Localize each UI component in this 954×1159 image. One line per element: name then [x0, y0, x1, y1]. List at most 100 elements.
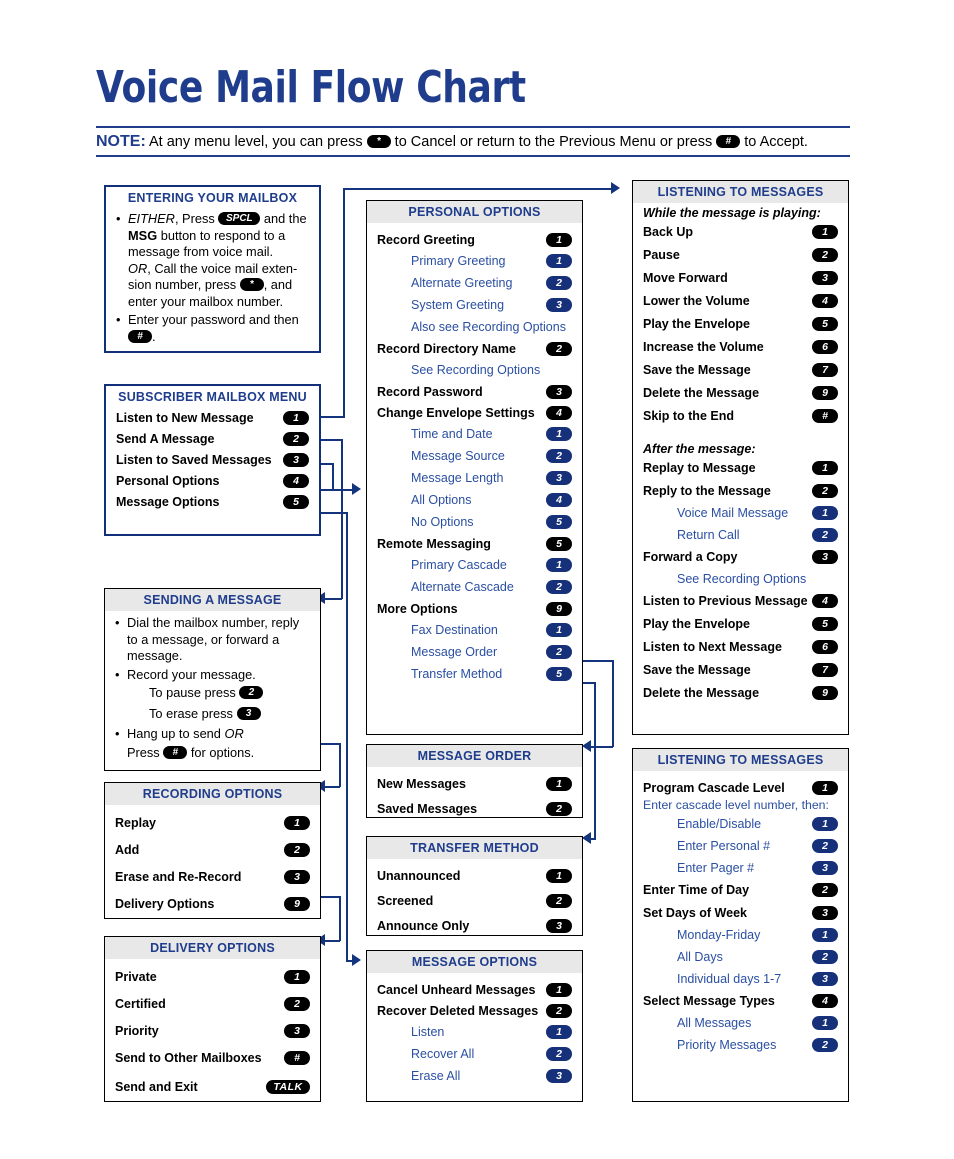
menu-item-transfer-method[interactable]: Transfer Method 5 [377, 665, 572, 683]
menu-item-reply-message[interactable]: Reply to the Message 2 [643, 482, 838, 500]
note-text-part2: to Cancel or return to the Previous Menu… [394, 134, 713, 150]
menu-item-increase-volume[interactable]: Increase the Volume 6 [643, 338, 838, 356]
menu-item-announce-only[interactable]: Announce Only 3 [377, 917, 572, 935]
menu-item-primary-cascade[interactable]: Primary Cascade 1 [377, 556, 572, 574]
menu-item-add[interactable]: Add 2 [115, 841, 310, 859]
key-badge: 2 [546, 342, 572, 356]
menu-item-primary-greeting[interactable]: Primary Greeting 1 [377, 252, 572, 270]
connector-line [325, 940, 340, 942]
menu-item-all-days[interactable]: All Days 2 [643, 948, 838, 966]
menu-item-listen-next[interactable]: Listen to Next Message 6 [643, 638, 838, 656]
menu-item-label: Change Envelope Settings [377, 406, 535, 420]
transfer-method-title: TRANSFER METHOD [367, 837, 582, 859]
menu-item-enter-time-of-day[interactable]: Enter Time of Day 2 [643, 881, 838, 899]
menu-item-back-up[interactable]: Back Up 1 [643, 223, 838, 241]
menu-item-time-and-date[interactable]: Time and Date 1 [377, 425, 572, 443]
menu-item-listen-new[interactable]: Listen to New Message 1 [116, 409, 309, 427]
key-badge: 1 [546, 558, 572, 572]
menu-item-voice-mail-message[interactable]: Voice Mail Message 1 [643, 504, 838, 522]
menu-item-all-messages[interactable]: All Messages 1 [643, 1014, 838, 1032]
menu-item-priority[interactable]: Priority 3 [115, 1022, 310, 1040]
menu-item-message-length[interactable]: Message Length 3 [377, 469, 572, 487]
menu-item-certified[interactable]: Certified 2 [115, 995, 310, 1013]
menu-item-delete-message-after[interactable]: Delete the Message 9 [643, 684, 838, 702]
menu-item-recover-all[interactable]: Recover All 2 [377, 1045, 572, 1063]
menu-item-label: Saved Messages [377, 802, 478, 816]
menu-item-enter-pager-number[interactable]: Enter Pager # 3 [643, 859, 838, 877]
menu-item-listen[interactable]: Listen 1 [377, 1023, 572, 1041]
menu-item-system-greeting[interactable]: System Greeting 3 [377, 296, 572, 314]
menu-item-save-message-after[interactable]: Save the Message 7 [643, 661, 838, 679]
menu-item-set-days-of-week[interactable]: Set Days of Week 3 [643, 904, 838, 922]
menu-item-play-envelope-after[interactable]: Play the Envelope 5 [643, 615, 838, 633]
menu-item-individual-days[interactable]: Individual days 1-7 3 [643, 970, 838, 988]
menu-item-delivery-options[interactable]: Delivery Options 9 [115, 895, 310, 913]
key-badge: 1 [812, 461, 838, 475]
menu-item-new-messages[interactable]: New Messages 1 [377, 775, 572, 793]
menu-item-pause[interactable]: Pause 2 [643, 246, 838, 264]
menu-item-unannounced[interactable]: Unannounced 1 [377, 867, 572, 885]
menu-item-send-other-mailboxes[interactable]: Send to Other Mailboxes # [115, 1049, 310, 1067]
connector-line [594, 682, 596, 839]
menu-item-label: System Greeting [411, 298, 505, 312]
menu-item-priority-messages[interactable]: Priority Messages 2 [643, 1036, 838, 1054]
menu-item-saved-messages[interactable]: Saved Messages 2 [377, 800, 572, 818]
connector-arrow [352, 954, 361, 966]
menu-item-label: Primary Cascade [411, 558, 507, 572]
menu-item-monday-friday[interactable]: Monday-Friday 1 [643, 926, 838, 944]
menu-item-cancel-unheard[interactable]: Cancel Unheard Messages 1 [377, 981, 572, 999]
key-badge: 4 [812, 294, 838, 308]
menu-item-enable-disable[interactable]: Enable/Disable 1 [643, 815, 838, 833]
key-badge: 4 [546, 493, 572, 507]
menu-item-enter-personal-number[interactable]: Enter Personal # 2 [643, 837, 838, 855]
menu-item-listen-previous[interactable]: Listen to Previous Message 4 [643, 592, 838, 610]
connector-line [321, 439, 343, 441]
menu-item-recover-deleted[interactable]: Recover Deleted Messages 2 [377, 1002, 572, 1020]
menu-item-replay-message[interactable]: Replay to Message 1 [643, 459, 838, 477]
menu-item-lower-volume[interactable]: Lower the Volume 4 [643, 292, 838, 310]
menu-item-delete-message[interactable]: Delete the Message 9 [643, 384, 838, 402]
menu-item-record-password[interactable]: Record Password 3 [377, 383, 572, 401]
menu-item-return-call[interactable]: Return Call 2 [643, 526, 838, 544]
delivery-options-title: DELIVERY OPTIONS [105, 937, 320, 959]
listening-cascade-box: LISTENING TO MESSAGES Program Cascade Le… [632, 748, 849, 1102]
menu-item-more-options[interactable]: More Options 9 [377, 600, 572, 618]
key-badge: 7 [812, 363, 838, 377]
key-badge: 1 [546, 254, 572, 268]
menu-item-screened[interactable]: Screened 2 [377, 892, 572, 910]
key-badge: 1 [284, 816, 310, 830]
menu-item-change-envelope-settings[interactable]: Change Envelope Settings 4 [377, 404, 572, 422]
menu-item-label: Message Order [411, 645, 498, 659]
pound-key-icon: # [128, 329, 152, 343]
connector-line [325, 786, 340, 788]
menu-item-erase-rerecord[interactable]: Erase and Re-Record 3 [115, 868, 310, 886]
menu-item-erase-all[interactable]: Erase All 3 [377, 1067, 572, 1085]
menu-item-no-options[interactable]: No Options 5 [377, 513, 572, 531]
menu-item-select-message-types[interactable]: Select Message Types 4 [643, 992, 838, 1010]
menu-item-forward-copy[interactable]: Forward a Copy 3 [643, 548, 838, 566]
menu-item-remote-messaging[interactable]: Remote Messaging 5 [377, 535, 572, 553]
menu-item-save-message[interactable]: Save the Message 7 [643, 361, 838, 379]
menu-item-message-source[interactable]: Message Source 2 [377, 447, 572, 465]
menu-item-program-cascade-level[interactable]: Program Cascade Level 1 [643, 779, 838, 797]
connector-line [339, 743, 341, 787]
menu-item-replay[interactable]: Replay 1 [115, 814, 310, 832]
menu-item-listen-saved[interactable]: Listen to Saved Messages 3 [116, 451, 309, 469]
menu-item-all-options[interactable]: All Options 4 [377, 491, 572, 509]
menu-item-label: Message Length [411, 471, 504, 485]
menu-item-message-options[interactable]: Message Options 5 [116, 493, 309, 511]
menu-item-message-order[interactable]: Message Order 2 [377, 643, 572, 661]
erase-instruction: To erase press 3 [115, 706, 310, 723]
menu-item-fax-destination[interactable]: Fax Destination 1 [377, 621, 572, 639]
menu-item-send-and-exit[interactable]: Send and Exit TALK [115, 1078, 310, 1096]
menu-item-record-greeting[interactable]: Record Greeting 1 [377, 231, 572, 249]
menu-item-alternate-cascade[interactable]: Alternate Cascade 2 [377, 578, 572, 596]
menu-item-personal-options[interactable]: Personal Options 4 [116, 472, 309, 490]
menu-item-private[interactable]: Private 1 [115, 968, 310, 986]
menu-item-play-envelope[interactable]: Play the Envelope 5 [643, 315, 838, 333]
menu-item-record-directory-name[interactable]: Record Directory Name 2 [377, 340, 572, 358]
menu-item-skip-to-end[interactable]: Skip to the End # [643, 407, 838, 425]
menu-item-send-message[interactable]: Send A Message 2 [116, 430, 309, 448]
menu-item-move-forward[interactable]: Move Forward 3 [643, 269, 838, 287]
menu-item-alternate-greeting[interactable]: Alternate Greeting 2 [377, 274, 572, 292]
